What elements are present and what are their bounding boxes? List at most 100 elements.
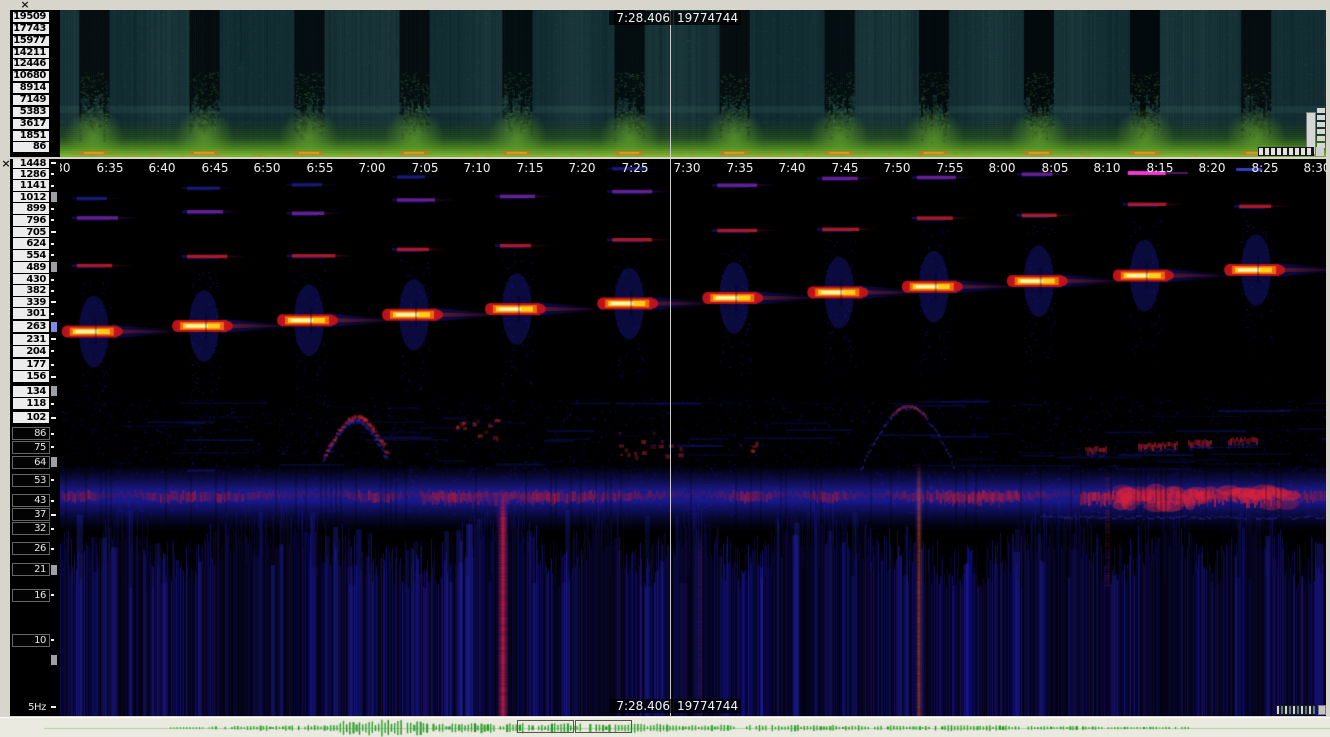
zoom-segment[interactable] [1317, 136, 1325, 141]
freq-label: 10 [12, 634, 50, 647]
scale-tick [51, 313, 54, 315]
scale-tick [51, 301, 56, 303]
zoom-segment[interactable] [1289, 706, 1291, 714]
time-label: 8:00 [985, 161, 1019, 175]
scale-slider-handle[interactable] [51, 192, 57, 202]
scale-tick [51, 376, 56, 378]
scale-tick [51, 231, 56, 233]
spectrogram-low-canvas[interactable] [60, 159, 1326, 716]
cursor-sample-readout-high: 19774744 [674, 11, 741, 25]
zoom-segment[interactable] [1281, 706, 1283, 714]
scale-slider-handle[interactable] [51, 262, 57, 272]
close-pane-high-button[interactable]: × [19, 0, 31, 11]
freq-label: 21 [12, 563, 50, 576]
scale-tick [51, 528, 54, 530]
zoom-segment[interactable] [1259, 148, 1263, 155]
freq-label: 12446 [12, 58, 50, 70]
freq-label: 301 [12, 307, 50, 320]
audio-analyzer-window: { "cursor": { "time": "7:28.406", "sampl… [0, 0, 1330, 736]
zoom-segment[interactable] [1283, 148, 1287, 155]
zoom-segment[interactable] [1317, 122, 1325, 127]
pane-high-band-spectrogram: 1950917743159771421112446106808914714953… [10, 10, 1326, 157]
zoom-segment[interactable] [1317, 108, 1325, 113]
zoom-segment[interactable] [1313, 706, 1315, 714]
scale-tick [51, 639, 54, 641]
zoom-segment[interactable] [1293, 706, 1295, 714]
waveform-overview-strip[interactable] [0, 717, 1330, 737]
scale-tick [51, 417, 56, 419]
freq-label: 1851 [12, 130, 50, 142]
freq-label: 204 [12, 345, 50, 358]
zoom-segment[interactable] [1305, 706, 1307, 714]
scale-tick [51, 279, 54, 281]
scale-tick [51, 338, 56, 340]
close-pane-low-button[interactable]: × [0, 158, 12, 170]
zoom-segment[interactable] [1277, 148, 1281, 155]
view-range-box-right[interactable] [575, 720, 632, 733]
freq-label: 75 [12, 441, 50, 454]
scale-tick [51, 219, 54, 221]
time-label: 8:20 [1195, 161, 1229, 175]
zoom-segment[interactable] [1277, 706, 1279, 714]
scale-tick [51, 548, 54, 550]
scale-tick [51, 446, 54, 448]
time-label: 6:55 [303, 161, 337, 175]
time-label: 7:25 [618, 161, 652, 175]
scale-slider-handle[interactable] [51, 655, 57, 665]
cursor-time-readout-low: 7:28.406 [609, 699, 673, 713]
scale-tick [51, 514, 56, 516]
zoom-segment[interactable] [1309, 706, 1311, 714]
view-range-box-left[interactable] [517, 720, 574, 733]
scale-slider-handle[interactable] [51, 322, 57, 332]
time-label: 7:05 [408, 161, 442, 175]
zoom-segment[interactable] [1301, 706, 1303, 714]
scale-tick [51, 364, 54, 366]
horizontal-zoom-bar[interactable] [1276, 705, 1316, 715]
time-label: 7:15 [513, 161, 547, 175]
time-label: 7:55 [933, 161, 967, 175]
pane-low-band-spectrogram: 6:306:356:406:456:506:557:007:057:107:15… [10, 159, 1326, 716]
time-label: 7:00 [355, 161, 389, 175]
freq-label: 53 [12, 474, 50, 487]
spectrogram-high-canvas[interactable] [60, 10, 1326, 157]
zoom-segment[interactable] [1285, 706, 1287, 714]
zoom-segment[interactable] [1271, 148, 1275, 155]
zoom-segment[interactable] [1297, 706, 1299, 714]
time-label: 8:10 [1090, 161, 1124, 175]
freq-label: 26 [12, 542, 50, 555]
zoom-segment[interactable] [1289, 148, 1293, 155]
freq-label: 263 [12, 320, 50, 333]
overview-waveform-canvas[interactable] [0, 719, 1330, 737]
time-label: 7:30 [670, 161, 704, 175]
time-label: 7:50 [880, 161, 914, 175]
time-label: 8:30 [1300, 161, 1326, 175]
freq-label: 3617 [12, 118, 50, 130]
scale-slider-handle[interactable] [51, 565, 57, 575]
scale-tick [51, 433, 54, 435]
zoom-segment[interactable] [1307, 148, 1311, 155]
scale-tick [51, 403, 54, 405]
time-label: 7:20 [565, 161, 599, 175]
zoom-segment[interactable] [1295, 148, 1299, 155]
scale-tick [51, 173, 54, 175]
zoom-segment[interactable] [1317, 115, 1325, 120]
scale-tick [51, 706, 56, 708]
zoom-segment[interactable] [1265, 148, 1269, 155]
freq-label: 156 [12, 370, 50, 383]
time-label: 6:35 [93, 161, 127, 175]
zoom-segment-column[interactable] [1317, 108, 1325, 148]
zoom-segment[interactable] [1301, 148, 1305, 155]
scrollbar-corner[interactable] [1316, 147, 1324, 156]
scale-tick [51, 243, 54, 245]
horizontal-zoom-bar[interactable] [1258, 147, 1314, 156]
scrollbar-corner[interactable] [1318, 705, 1326, 715]
cursor-sample-readout-low: 19774744 [674, 699, 741, 713]
zoom-segment[interactable] [1317, 129, 1325, 134]
scale-slider-handle[interactable] [51, 386, 57, 396]
freq-label: 102 [12, 411, 50, 424]
scale-slider-handle[interactable] [51, 457, 57, 467]
scale-tick [51, 162, 56, 164]
freq-label: 64 [12, 456, 50, 469]
freq-label: 5383 [12, 106, 50, 118]
freq-label: 37 [12, 508, 50, 521]
